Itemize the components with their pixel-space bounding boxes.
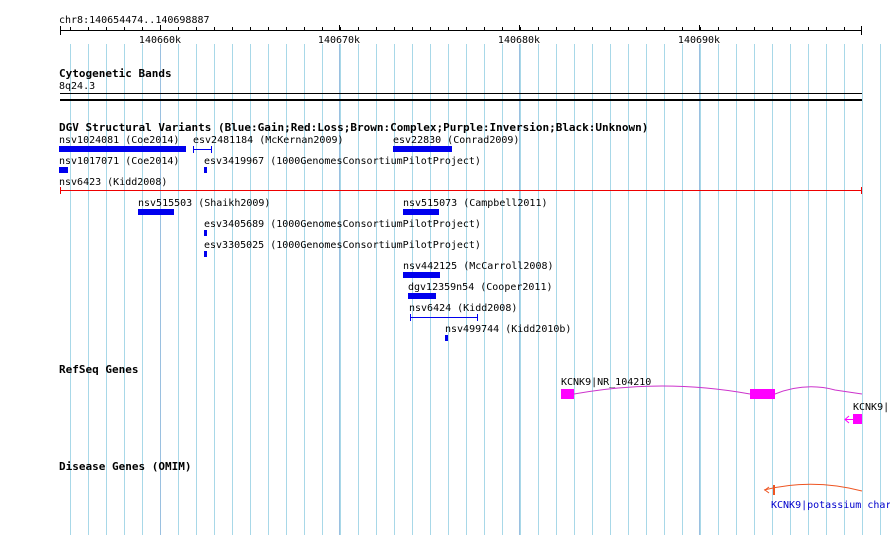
variant-label[interactable]: esv3305025 (1000GenomesConsortiumPilotPr… (204, 240, 481, 251)
gene-intron (774, 386, 863, 395)
ruler-tick-label: 140680k (497, 35, 541, 46)
variant-label[interactable]: esv3419967 (1000GenomesConsortiumPilotPr… (204, 156, 481, 167)
gene-exon (561, 389, 574, 399)
omim-gene-exon (773, 485, 775, 495)
variant-label[interactable]: nsv6423 (Kidd2008) (59, 177, 167, 188)
variant-bar (393, 146, 452, 152)
cytoband-bar (60, 99, 862, 101)
omim-gene-label[interactable]: KCNK9|potassium char (771, 500, 890, 511)
cytoband-bar (60, 93, 862, 94)
variant-label[interactable]: nsv1017071 (Coe2014) (59, 156, 179, 167)
variant-label[interactable]: nsv442125 (McCarroll2008) (403, 261, 554, 272)
track-title-dgv-structural-variants[interactable]: DGV Structural Variants (Blue:Gain;Red:L… (59, 122, 648, 134)
ruler-tick-label: 140670k (317, 35, 361, 46)
variant-bar (204, 251, 207, 257)
variant-bar (408, 293, 436, 299)
variant-bar (403, 209, 439, 215)
track-title-disease-genes-omim[interactable]: Disease Genes (OMIM) (59, 461, 191, 473)
gene-label[interactable]: KCNK9| (853, 402, 889, 413)
variant-label[interactable]: nsv499744 (Kidd2010b) (445, 324, 571, 335)
variant-label[interactable]: nsv1024081 (Coe2014) (59, 135, 179, 146)
variant-bar (403, 272, 440, 278)
variant-label[interactable]: nsv515073 (Campbell2011) (403, 198, 548, 209)
variant-bar (204, 230, 207, 236)
variant-bar (59, 146, 186, 152)
variant-bar (59, 167, 68, 173)
variant-bar (138, 209, 174, 215)
omim-gene-line (763, 483, 863, 492)
track-title-cytogenetic-bands[interactable]: Cytogenetic Bands (59, 68, 172, 80)
variant-label[interactable]: nsv6424 (Kidd2008) (409, 303, 517, 314)
gene-exon (750, 389, 775, 399)
omim-strand-arrow (764, 486, 770, 494)
genome-browser-view: chr8:140654474..140698887 140660k 140670… (0, 0, 890, 535)
ruler-location: chr8:140654474..140698887 (59, 15, 210, 26)
variant-label[interactable]: nsv515503 (Shaikh2009) (138, 198, 270, 209)
gene-exon (853, 414, 862, 424)
variant-bar (204, 167, 207, 173)
gene-label[interactable]: KCNK9|NR_104210 (561, 377, 651, 388)
variant-bar (445, 335, 448, 341)
variant-label[interactable]: esv3405689 (1000GenomesConsortiumPilotPr… (204, 219, 481, 230)
variant-label[interactable]: esv22830 (Conrad2009) (393, 135, 519, 146)
ruler-tick-label: 140660k (138, 35, 182, 46)
variant-label[interactable]: esv2481184 (McKernan2009) (193, 135, 344, 146)
variant-label[interactable]: dgv12359n54 (Cooper2011) (408, 282, 553, 293)
cytoband-label: 8q24.3 (59, 81, 96, 92)
track-title-refseq-genes[interactable]: RefSeq Genes (59, 364, 138, 376)
ruler-tick-label: 140690k (677, 35, 721, 46)
